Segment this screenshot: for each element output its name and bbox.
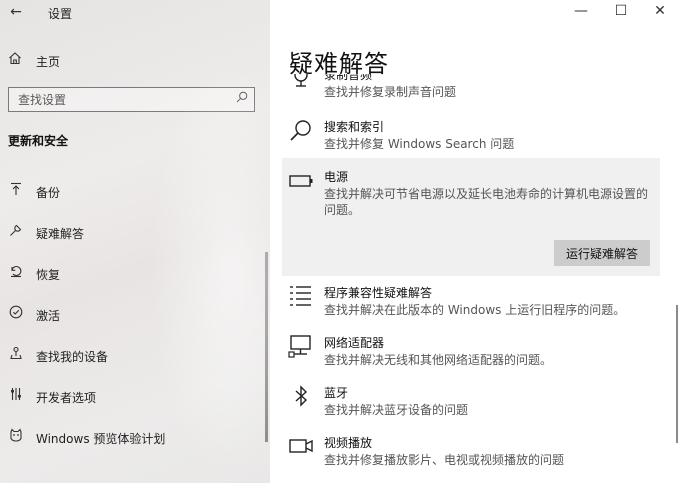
troubleshooter-search-indexing[interactable]: 搜索和索引 查找并修复 Windows Search 问题 [282, 118, 660, 154]
troubleshooter-bluetooth[interactable]: 蓝牙 查找并解决蓝牙设备的问题 [282, 384, 660, 420]
sidebar-item-activation[interactable]: 激活 [0, 299, 270, 329]
sidebar-item-label: Windows 预览体验计划 [36, 432, 166, 446]
sidebar-item-label: 恢复 [36, 268, 61, 282]
home-icon [8, 51, 22, 69]
sidebar-item-troubleshoot[interactable]: 疑难解答 [0, 217, 270, 247]
troubleshooter-network-adapter[interactable]: 网络适配器 查找并解决无线和其他网络适配器的问题。 [282, 334, 660, 370]
troubleshooter-description: 查找并修复播放影片、电视或视频播放的问题 [324, 453, 565, 467]
settings-search-box[interactable] [8, 87, 255, 112]
sidebar-scrollbar[interactable] [265, 252, 268, 442]
troubleshooter-program-compatibility[interactable]: 程序兼容性疑难解答 查找并解决在此版本的 Windows 上运行旧程序的问题。 [282, 284, 660, 320]
troubleshooter-description: 查找并修复录制声音问题 [324, 85, 457, 99]
search-input[interactable] [9, 88, 229, 111]
person-pin-icon [8, 346, 24, 362]
troubleshooter-description: 查找并修复 Windows Search 问题 [324, 137, 515, 151]
minimize-button[interactable]: — [564, 0, 598, 24]
sidebar-item-label: 开发者选项 [36, 391, 97, 405]
back-arrow-icon[interactable]: ← [6, 2, 26, 22]
troubleshooter-name: 搜索和索引 [324, 120, 385, 134]
page-title: 疑难解答 [289, 50, 389, 78]
sidebar-section-title: 更新和安全 [8, 134, 69, 148]
run-troubleshooter-button[interactable]: 运行疑难解答 [554, 240, 650, 266]
sidebar-item-label: 激活 [36, 309, 61, 323]
bluetooth-icon [288, 384, 314, 410]
search-icon[interactable] [236, 91, 248, 107]
troubleshooter-description: 查找并解决蓝牙设备的问题 [324, 403, 469, 417]
troubleshooter-name: 程序兼容性疑难解答 [324, 286, 433, 300]
app-title: 设置 [48, 7, 73, 21]
developer-sliders-icon [8, 387, 24, 403]
search-icon [288, 118, 314, 144]
close-button[interactable]: ✕ [643, 0, 677, 24]
sidebar-home-label: 主页 [36, 55, 61, 69]
backup-arrow-icon [8, 182, 24, 198]
troubleshooter-name: 电源 [324, 170, 349, 184]
title-bar-left: ← 设置 [0, 0, 270, 24]
sidebar-item-label: 备份 [36, 186, 61, 200]
sidebar-item-home[interactable]: 主页 [0, 48, 270, 72]
sidebar-item-backup[interactable]: 备份 [0, 176, 270, 206]
maximize-button[interactable]: ☐ [604, 0, 638, 24]
troubleshooter-name: 网络适配器 [324, 336, 385, 350]
network-adapter-icon [288, 334, 314, 360]
sidebar-item-windows-insider[interactable]: Windows 预览体验计划 [0, 422, 270, 452]
sidebar-item-find-my-device[interactable]: 查找我的设备 [0, 340, 270, 370]
troubleshooter-description: 查找并解决在此版本的 Windows 上运行旧程序的问题。 [324, 303, 626, 317]
troubleshooter-name: 蓝牙 [324, 386, 349, 400]
sidebar-item-recovery[interactable]: 恢复 [0, 258, 270, 288]
troubleshooter-description: 查找并解决无线和其他网络适配器的问题。 [324, 353, 553, 367]
sidebar-item-label: 查找我的设备 [36, 350, 109, 364]
wrench-icon [8, 223, 24, 239]
troubleshooter-name: 视频播放 [324, 436, 373, 450]
check-circle-icon [8, 305, 24, 321]
troubleshooter-list: 录制音频 查找并修复录制声音问题 搜索和索引 查找并修复 Windows Sea… [270, 72, 680, 483]
troubleshooter-description: 查找并解决可节省电源以及延长电池寿命的计算机电源设置的问题。 [324, 187, 649, 217]
recovery-icon [8, 264, 24, 280]
sidebar-item-developer-options[interactable]: 开发者选项 [0, 381, 270, 411]
troubleshooter-power[interactable]: 电源 查找并解决可节省电源以及延长电池寿命的计算机电源设置的问题。 运行疑难解答 [282, 158, 660, 276]
main-scrollbar[interactable] [676, 305, 678, 443]
settings-sidebar: ← 设置 主页 更新和安全 备份 疑难解答 恢复 [0, 0, 270, 483]
sidebar-item-label: 疑难解答 [36, 227, 85, 241]
video-camera-icon [288, 434, 314, 460]
troubleshooter-video-playback[interactable]: 视频播放 查找并修复播放影片、电视或视频播放的问题 [282, 434, 660, 470]
battery-icon [288, 168, 314, 194]
main-pane: — ☐ ✕ 录制音频 查找并修复录制声音问题 搜索和索引 查找并修复 Windo… [270, 0, 680, 483]
insider-cat-icon [8, 428, 24, 444]
list-icon [288, 284, 314, 310]
